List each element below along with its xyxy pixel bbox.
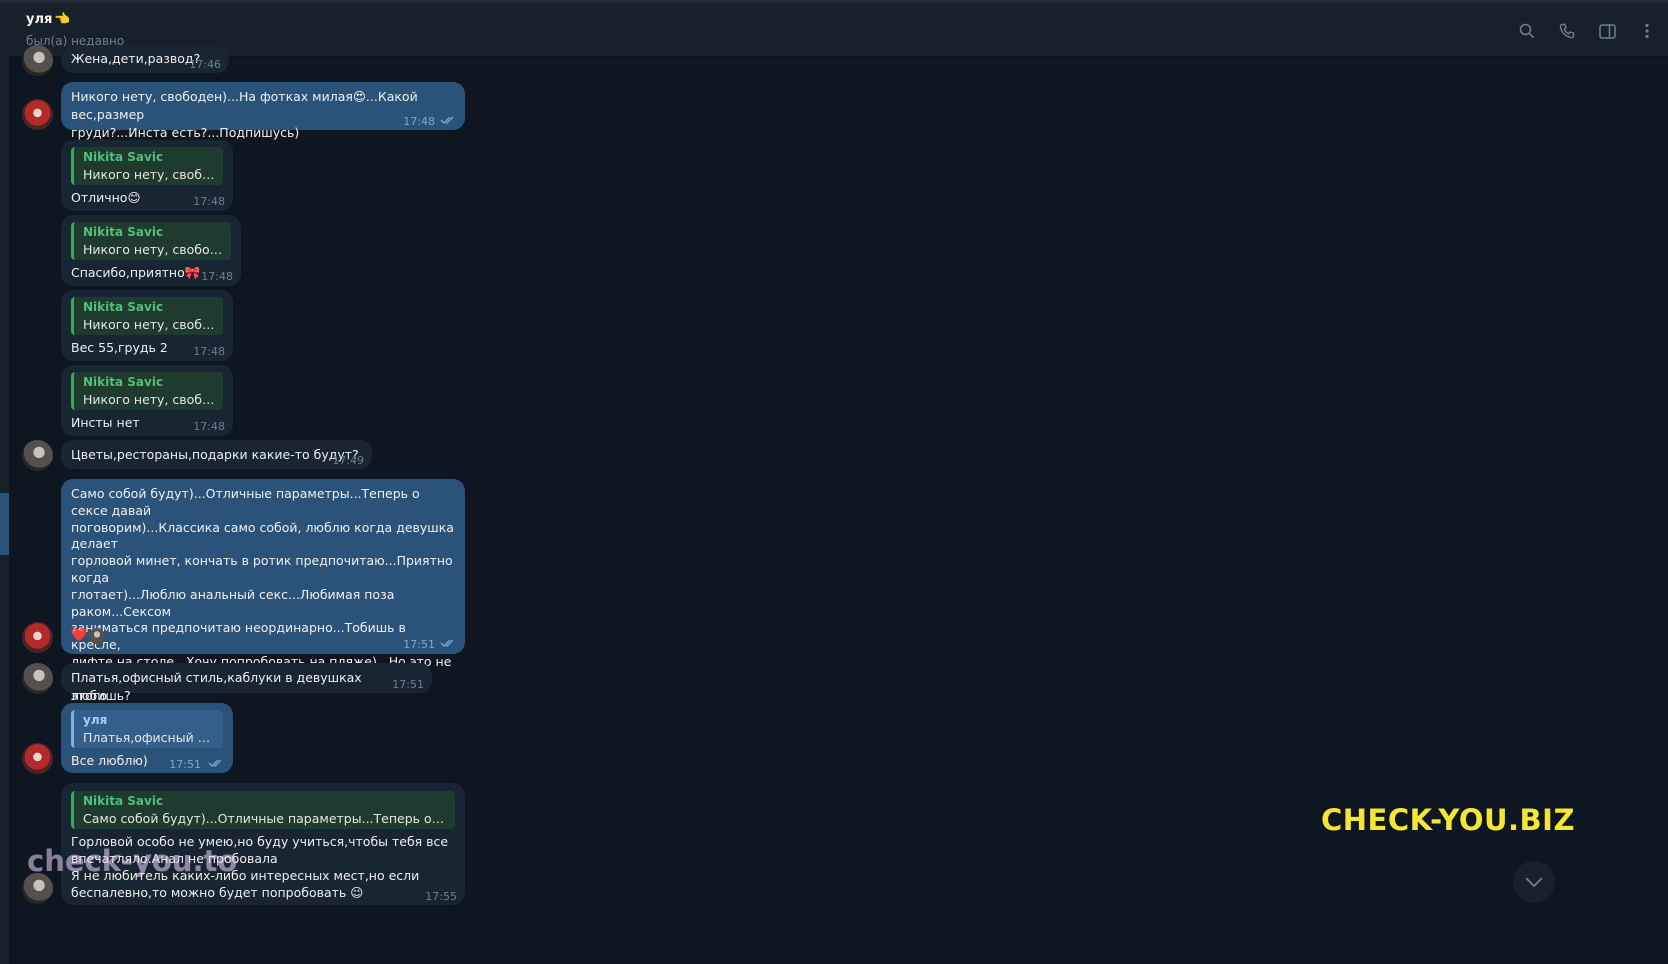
message-time: 17:48 bbox=[193, 420, 225, 433]
message-time: 17:48 bbox=[193, 345, 225, 358]
message-time: 17:49 bbox=[332, 454, 364, 467]
reply-preview[interactable]: Nikita Savic Никого нету, свободе... bbox=[71, 372, 223, 410]
message-incoming[interactable]: Nikita Savic Никого нету, свободен... Сп… bbox=[61, 215, 241, 286]
search-icon[interactable] bbox=[1516, 20, 1538, 42]
heart-icon: ❤️ bbox=[71, 628, 88, 643]
reaction-badge[interactable]: ❤️ bbox=[71, 627, 106, 645]
watermark-left: check-you.to bbox=[27, 844, 238, 878]
avatar[interactable] bbox=[22, 440, 53, 471]
message-time: 17:51 bbox=[392, 678, 424, 691]
reply-text: Само собой будут)...Отличные параметры..… bbox=[83, 811, 447, 826]
message-incoming[interactable]: Nikita Savic Никого нету, свободе... Инс… bbox=[61, 365, 233, 436]
message-incoming[interactable]: Цветы,рестораны,подарки какие-то будут? … bbox=[61, 440, 372, 469]
message-incoming[interactable]: Жена,дети,развод? 17:46 bbox=[61, 46, 229, 73]
read-checks-icon bbox=[440, 116, 454, 124]
message-outgoing[interactable]: уля Платья,офисный стил... Все люблю) 17… bbox=[61, 703, 233, 773]
message-outgoing[interactable]: Само собой будут)...Отличные параметры..… bbox=[61, 479, 465, 719]
reply-text: Никого нету, свободен... bbox=[83, 242, 223, 257]
reply-author: уля bbox=[83, 713, 108, 727]
avatar[interactable] bbox=[22, 99, 53, 130]
message-incoming[interactable]: Nikita Savic Никого нету, свободе... Вес… bbox=[61, 290, 233, 361]
chat-list-selected-marker bbox=[0, 493, 9, 555]
message-time: 17:55 bbox=[425, 890, 457, 903]
message-text: Платья,офисный стиль,каблуки в девушках … bbox=[71, 670, 366, 703]
reply-preview[interactable]: Nikita Savic Само собой будут)...Отличны… bbox=[71, 791, 455, 829]
chat-title[interactable]: уля 👈 bbox=[26, 12, 71, 27]
reply-text: Никого нету, свободе... bbox=[83, 317, 215, 332]
avatar[interactable] bbox=[22, 45, 53, 76]
avatar[interactable] bbox=[22, 743, 53, 774]
sidebar-toggle-icon[interactable] bbox=[1596, 20, 1618, 42]
message-outgoing[interactable]: Никого нету, свободен)...На фотках милая… bbox=[61, 82, 465, 140]
reply-text: Никого нету, свободе... bbox=[83, 167, 215, 182]
message-time: 17:46 bbox=[189, 58, 221, 71]
more-vert-icon[interactable] bbox=[1636, 20, 1658, 42]
message-text: Никого нету, свободен)...На фотках милая… bbox=[71, 89, 418, 140]
chat-header: уля 👈 был(а) недавно bbox=[9, 3, 1668, 57]
reply-author: Nikita Savic bbox=[83, 225, 164, 239]
message-time: 17:51 bbox=[169, 758, 201, 771]
reply-author: Nikita Savic bbox=[83, 300, 164, 314]
chat-list-edge bbox=[0, 3, 9, 964]
reply-preview[interactable]: Nikita Savic Никого нету, свободен... bbox=[71, 222, 231, 260]
reply-preview[interactable]: Nikita Savic Никого нету, свободе... bbox=[71, 147, 223, 185]
avatar[interactable] bbox=[22, 663, 53, 694]
message-incoming[interactable]: Платья,офисный стиль,каблуки в девушках … bbox=[61, 663, 432, 703]
chat-title-emoji: 👈 bbox=[54, 12, 71, 27]
reply-preview[interactable]: уля Платья,офисный стил... bbox=[71, 710, 223, 748]
scroll-down-button[interactable] bbox=[1513, 861, 1555, 903]
reply-author: Nikita Savic bbox=[83, 375, 164, 389]
phone-icon[interactable] bbox=[1556, 20, 1578, 42]
reply-author: Nikita Savic bbox=[83, 150, 164, 164]
watermark-right: CHECK-YOU.BIZ bbox=[1321, 803, 1575, 837]
read-checks-icon bbox=[440, 639, 454, 647]
reply-text: Платья,офисный стил... bbox=[83, 730, 215, 745]
chevron-down-icon bbox=[1525, 877, 1543, 887]
reply-preview[interactable]: Nikita Savic Никого нету, свободе... bbox=[71, 297, 223, 335]
message-text: Цветы,рестораны,подарки какие-то будут? bbox=[71, 447, 359, 462]
message-incoming[interactable]: Nikita Savic Никого нету, свободе... Отл… bbox=[61, 140, 233, 211]
reply-text: Никого нету, свободе... bbox=[83, 392, 215, 407]
message-time: 17:48 bbox=[201, 270, 233, 283]
read-checks-icon bbox=[208, 759, 222, 767]
message-time: 17:51 bbox=[403, 638, 435, 651]
avatar[interactable] bbox=[22, 622, 53, 653]
message-time: 17:48 bbox=[403, 115, 435, 128]
reply-author: Nikita Savic bbox=[83, 794, 164, 808]
chat-title-name: уля bbox=[26, 12, 53, 27]
avatar bbox=[89, 628, 106, 644]
message-time: 17:48 bbox=[193, 195, 225, 208]
